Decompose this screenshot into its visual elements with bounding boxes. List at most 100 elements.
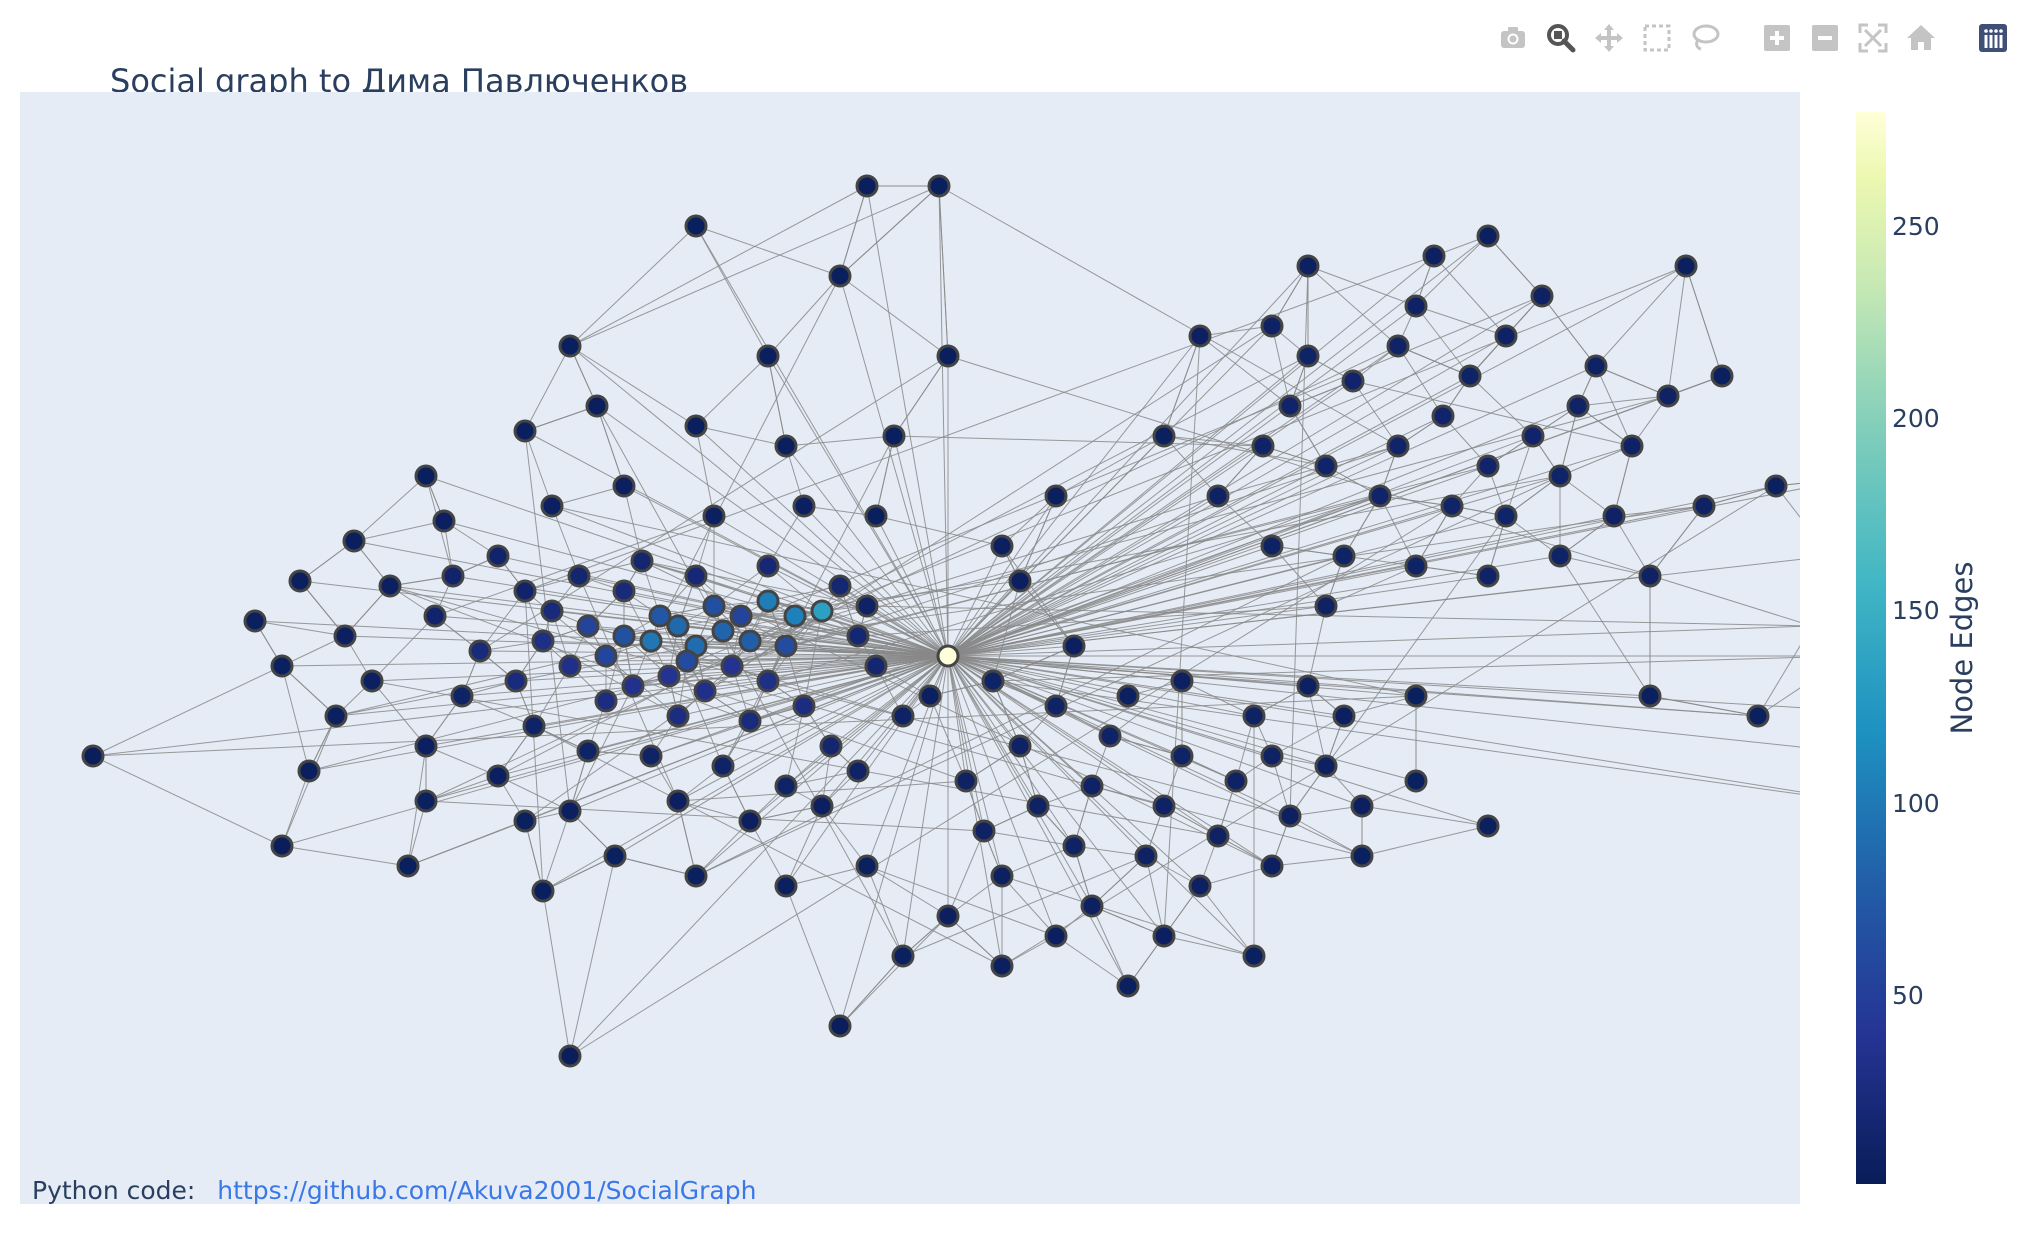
graph-node[interactable]: Node Edges: 6 [558, 799, 582, 823]
graph-node[interactable]: Node Edges: 8 [1206, 824, 1230, 848]
graph-node[interactable]: Node Edges: 6 [1332, 704, 1356, 728]
graph-node[interactable]: Node Edges: 4 [414, 464, 438, 488]
graph-node[interactable]: Node Edges: 30 [693, 679, 717, 703]
graph-node[interactable]: Node Edges: 6 [333, 624, 357, 648]
graph-node[interactable]: Node Edges: 5 [990, 954, 1014, 978]
graph-node[interactable]: Node Edges: 28 [531, 629, 555, 653]
graph-node[interactable]: Node Edges: 4 [585, 394, 609, 418]
graph-node[interactable]: Node Edges: 7 [1296, 254, 1320, 278]
graph-node[interactable]: Node Edges: 4 [756, 344, 780, 368]
graph-node[interactable]: Node Edges: 10 [846, 759, 870, 783]
graph-node[interactable]: Node Edges: 25 [594, 689, 618, 713]
graph-node[interactable]: Node Edges: 11 [1314, 454, 1338, 478]
graph-node[interactable]: Node Edges: 5 [1638, 684, 1662, 708]
graph-node[interactable]: Node Edges: 48 [729, 604, 753, 628]
graph-node[interactable]: Node Edges: 3 [81, 744, 105, 768]
graph-node[interactable]: Node Edges: 5 [855, 854, 879, 878]
graph-node[interactable]: Node Edges: 12 [1521, 424, 1545, 448]
graph-node[interactable]: Node Edges: 18 [684, 564, 708, 588]
graph-node[interactable]: Node Edges: 8 [1062, 834, 1086, 858]
graph-node[interactable]: Node Edges: 14 [567, 564, 591, 588]
graph-node[interactable]: Node Edges: 7 [1080, 894, 1104, 918]
graph-node[interactable]: Node Edges: 8 [954, 769, 978, 793]
graph-node[interactable]: Node Edges: 14 [819, 734, 843, 758]
graph-node[interactable]: Node Edges: 12 [441, 564, 465, 588]
graph-node[interactable]: Node Edges: 9 [1620, 434, 1644, 458]
graph-node[interactable]: Node Edges: 5 [891, 944, 915, 968]
graph-node[interactable]: Node Edges: 5 [1116, 974, 1140, 998]
reset-axes-button[interactable] [1902, 19, 1940, 57]
graph-node[interactable]: Node Edges: 9 [1494, 324, 1518, 348]
graph-node[interactable]: Node Edges: 7 [1422, 244, 1446, 268]
graph-node[interactable]: Node Edges: 4 [936, 344, 960, 368]
graph-node[interactable]: Node Edges: 5 [513, 809, 537, 833]
graph-node[interactable]: Node Edges: 10 [1170, 744, 1194, 768]
graph-node[interactable]: Node Edges: 8 [1242, 704, 1266, 728]
graph-node[interactable]: Node Edges: 5 [1152, 424, 1176, 448]
graph-node[interactable]: Node Edges: 5 [774, 874, 798, 898]
graph-node[interactable]: Node Edges: 10 [1044, 694, 1068, 718]
graph-node[interactable]: Node Edges: 10 [576, 739, 600, 763]
graph-node[interactable]: Node Edges: 120 [810, 599, 834, 623]
graph-node[interactable]: Node Edges: 15 [864, 654, 888, 678]
graph-node[interactable]: Node Edges: 12 [1278, 394, 1302, 418]
graph-node[interactable]: Node Edges: 55 [774, 634, 798, 658]
graph-node[interactable]: Node Edges: 88 [639, 629, 663, 653]
graph-node[interactable]: Node Edges: 8 [1260, 744, 1284, 768]
graph-node[interactable]: Node Edges: 5 [1476, 814, 1500, 838]
graph-node[interactable]: Node Edges: 5 [1242, 944, 1266, 968]
graph-node[interactable]: Node Edges: 6 [1350, 794, 1374, 818]
graph-node[interactable]: Node Edges: 7 [1278, 804, 1302, 828]
graph-node[interactable]: Node Edges: 8 [1656, 384, 1680, 408]
graph-node[interactable]: Node Edges: 32 [621, 674, 645, 698]
graph-node[interactable]: Node Edges: 10 [1386, 334, 1410, 358]
graph-node[interactable]: Node Edges: 70 [738, 629, 762, 653]
graph-node[interactable]: Node Edges: 14 [630, 549, 654, 573]
graph-node[interactable]: Node Edges: 9 [1224, 769, 1248, 793]
autoscale-button[interactable] [1854, 19, 1892, 57]
graph-node[interactable]: Node Edges: 6 [612, 474, 636, 498]
pan-button[interactable] [1590, 19, 1628, 57]
graph-node[interactable]: Node Edges: 5 [243, 609, 267, 633]
graph-node[interactable]: Node Edges: 5 [1044, 484, 1068, 508]
graph-node[interactable]: Node Edges: 5 [1764, 474, 1788, 498]
graph-node[interactable]: Node Edges: 8 [1260, 534, 1284, 558]
graph-node[interactable]: Node Edges: 6 [486, 764, 510, 788]
graph-node[interactable]: Node Edges: 4 [774, 434, 798, 458]
graph-node[interactable]: Node Edges: 12 [486, 544, 510, 568]
graph-node[interactable]: Node Edges: 4 [927, 174, 951, 198]
graph-node[interactable]: Node Edges: 3 [828, 1014, 852, 1038]
graph-node[interactable]: Node Edges: 28 [756, 669, 780, 693]
graph-node[interactable]: Node Edges: 75 [711, 619, 735, 643]
graph-node[interactable]: Node Edges: 9 [1008, 734, 1032, 758]
graph-node[interactable]: Node Edges: 4 [864, 504, 888, 528]
graph-node[interactable]: Node Edges: 4 [684, 214, 708, 238]
graph-node[interactable]: Node Edges: 4 [342, 529, 366, 553]
graph-node[interactable]: Node Edges: 6 [1260, 854, 1284, 878]
zoom-button[interactable] [1542, 19, 1580, 57]
graph-node[interactable]: Node Edges: 6 [918, 684, 942, 708]
graph-node[interactable]: Node Edges: 11 [1368, 484, 1392, 508]
graph-node[interactable]: Node Edges: 8 [1530, 284, 1554, 308]
graph-node[interactable]: Node Edges: 20 [468, 639, 492, 663]
graph-node[interactable]: Node Edges: 6 [414, 734, 438, 758]
graph-node[interactable]: Node Edges: 20 [612, 579, 636, 603]
lasso-select-button[interactable] [1686, 19, 1724, 57]
graph-node[interactable]: Node Edges: 10 [1566, 394, 1590, 418]
graph-node[interactable]: Node Edges: 58 [702, 594, 726, 618]
graph-node[interactable]: Node Edges: 10 [1548, 544, 1572, 568]
graph-node[interactable]: Node Edges: 25 [666, 704, 690, 728]
graph-node[interactable]: Node Edges: 6 [738, 809, 762, 833]
graph-node[interactable]: Node Edges: 9 [1584, 354, 1608, 378]
graph-node[interactable]: Node Edges: 6 [666, 789, 690, 813]
plot-area[interactable]: Node Edges: 120Node Edges: 95Node Edges:… [20, 92, 1800, 1204]
graph-node[interactable]: Node Edges: 5 [270, 654, 294, 678]
graph-node[interactable]: Node Edges: 12 [1386, 434, 1410, 458]
graph-node[interactable]: Node Edges: 10 [1296, 344, 1320, 368]
github-link[interactable]: https://github.com/Akuva2001/SocialGraph [217, 1176, 756, 1205]
graph-node[interactable]: Node Edges: 5 [288, 569, 312, 593]
graph-node[interactable]: Node Edges: 12 [1476, 454, 1500, 478]
graph-node[interactable]: Node Edges: 8 [1314, 594, 1338, 618]
box-select-button[interactable] [1638, 19, 1676, 57]
graph-node[interactable]: Node Edges: 10 [1251, 434, 1275, 458]
